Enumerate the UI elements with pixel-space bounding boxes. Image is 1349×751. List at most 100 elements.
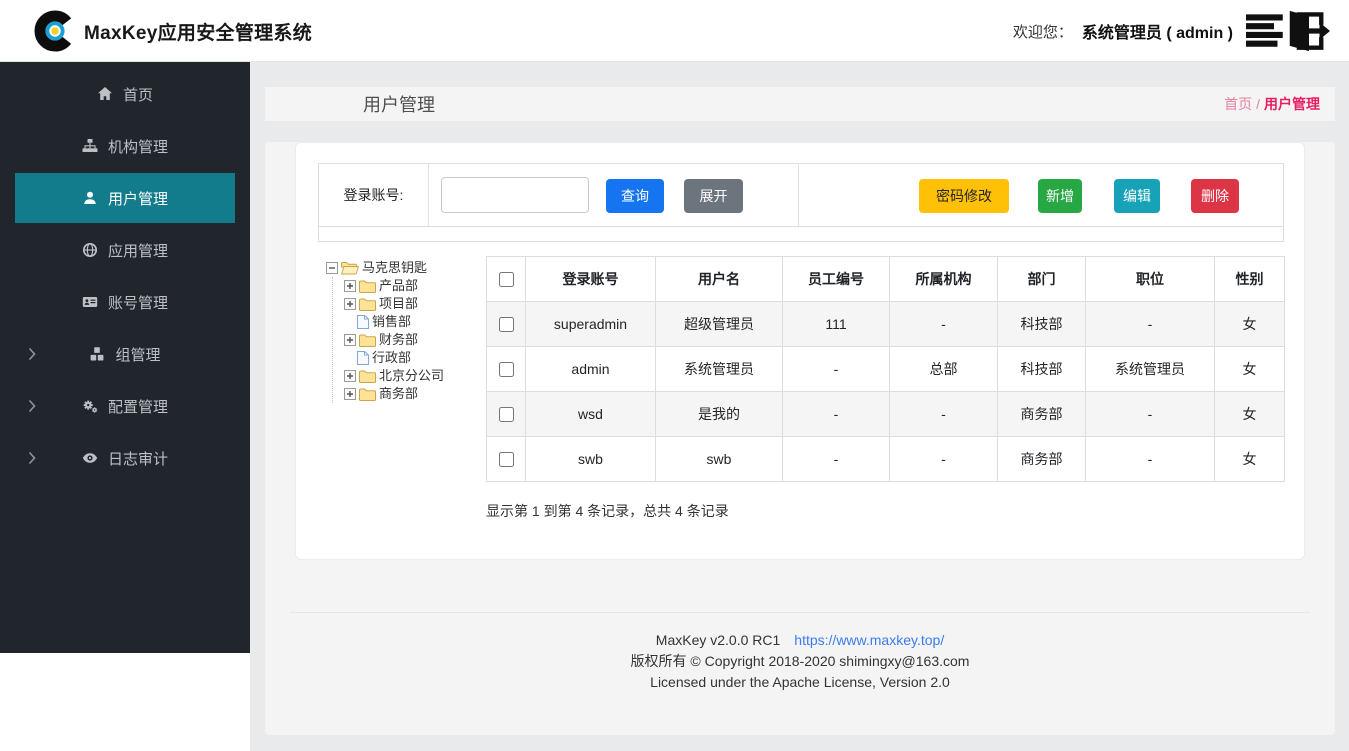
table-row[interactable]: wsd 是我的 - - 商务部 - 女: [487, 392, 1285, 437]
collapse-minus-icon[interactable]: [326, 262, 338, 274]
footer-copyright: 版权所有 © Copyright 2018-2020 shimingxy@163…: [265, 651, 1335, 672]
sidebar-item-label: 组管理: [115, 344, 160, 365]
table-cell: wsd: [526, 392, 656, 437]
home-icon: [97, 86, 113, 102]
tree-node-label[interactable]: 财务部: [379, 331, 418, 349]
column-header: 部门: [998, 257, 1086, 302]
chevron-right-icon: [28, 400, 37, 413]
tree-node[interactable]: 项目部: [344, 295, 481, 313]
expand-plus-icon[interactable]: [344, 334, 356, 346]
delete-button[interactable]: 删除: [1191, 179, 1239, 213]
query-button[interactable]: 查询: [606, 179, 664, 213]
table-cell: 商务部: [998, 392, 1086, 437]
tree-node-label[interactable]: 北京分公司: [379, 367, 444, 385]
table-row[interactable]: admin 系统管理员 - 总部 科技部 系统管理员 女: [487, 347, 1285, 392]
table-cell: -: [1086, 302, 1215, 347]
row-checkbox[interactable]: [499, 407, 514, 422]
sidebar-item-label: 用户管理: [108, 188, 168, 209]
table-row[interactable]: swb swb - - 商务部 - 女: [487, 437, 1285, 482]
password-modify-button[interactable]: 密码修改: [919, 179, 1009, 213]
table-cell: -: [783, 437, 890, 482]
tree-node[interactable]: 产品部: [344, 277, 481, 295]
tree-node[interactable]: 北京分公司: [344, 367, 481, 385]
sidebar-item-label: 首页: [123, 84, 153, 105]
table-cell: swb: [656, 437, 783, 482]
page-footer: MaxKey v2.0.0 RC1https://www.maxkey.top/…: [265, 630, 1335, 693]
folder-icon: [359, 298, 376, 311]
tree-node-label[interactable]: 产品部: [379, 277, 418, 295]
logout-icon[interactable]: [1245, 10, 1331, 52]
row-checkbox[interactable]: [499, 362, 514, 377]
add-button[interactable]: 新增: [1038, 179, 1082, 213]
table-cell: -: [890, 302, 998, 347]
content-card: 登录账号: 查询 展开 密码修改 新增 编辑 删除 马克思钥匙: [295, 142, 1305, 560]
row-select-cell: [487, 302, 526, 347]
row-select-cell: [487, 347, 526, 392]
tree-node-label[interactable]: 行政部: [372, 349, 411, 367]
expand-plus-icon[interactable]: [344, 280, 356, 292]
select-all-cell: [487, 257, 526, 302]
folder-icon: [359, 370, 376, 383]
footer-link[interactable]: https://www.maxkey.top/: [794, 632, 944, 648]
org-tree: 马克思钥匙 产品部 项目部 销售部: [326, 259, 481, 403]
table-cell: 女: [1215, 392, 1285, 437]
sidebar-item-label: 配置管理: [108, 396, 168, 417]
sidebar-item-label: 应用管理: [108, 240, 168, 261]
tree-node[interactable]: 销售部: [357, 313, 481, 331]
tree-node-label[interactable]: 销售部: [372, 313, 411, 331]
row-checkbox[interactable]: [499, 317, 514, 332]
column-header: 用户名: [656, 257, 783, 302]
table-header-row: 登录账号 用户名 员工编号 所属机构 部门 职位 性别: [487, 257, 1285, 302]
tree-node[interactable]: 商务部: [344, 385, 481, 403]
expand-plus-icon[interactable]: [344, 370, 356, 382]
top-navbar: MaxKey应用安全管理系统 欢迎您： 系统管理员 ( admin ): [0, 0, 1349, 62]
table-cell: 超级管理员: [656, 302, 783, 347]
sidebar-item-users[interactable]: 用户管理: [15, 173, 235, 223]
expand-button[interactable]: 展开: [684, 179, 743, 213]
table-cell: admin: [526, 347, 656, 392]
table-cell: -: [783, 347, 890, 392]
breadcrumb-separator: /: [1256, 96, 1260, 112]
sidebar-item-accounts[interactable]: 账号管理: [0, 276, 250, 328]
sidebar-item-apps[interactable]: 应用管理: [0, 224, 250, 276]
table-cell: 科技部: [998, 302, 1086, 347]
login-account-label: 登录账号:: [319, 164, 429, 226]
sidebar-item-org[interactable]: 机构管理: [0, 120, 250, 172]
sidebar-item-groups[interactable]: 组管理: [0, 328, 250, 380]
sidebar-item-home[interactable]: 首页: [0, 68, 250, 120]
sidebar-item-audit[interactable]: 日志审计: [0, 432, 250, 484]
tree-node-label[interactable]: 马克思钥匙: [362, 259, 427, 277]
sidebar-item-label: 机构管理: [108, 136, 168, 157]
id-card-icon: [82, 294, 98, 310]
row-select-cell: [487, 437, 526, 482]
tree-node[interactable]: 财务部: [344, 331, 481, 349]
expand-plus-icon[interactable]: [344, 298, 356, 310]
users-table-wrap: 登录账号 用户名 员工编号 所属机构 部门 职位 性别 superadmin: [486, 256, 1285, 482]
tree-node-label[interactable]: 项目部: [379, 295, 418, 313]
breadcrumb-home-link[interactable]: 首页: [1224, 96, 1252, 112]
login-account-input[interactable]: [441, 177, 589, 213]
tree-node[interactable]: 行政部: [357, 349, 481, 367]
page-header-bar: 用户管理 首页/用户管理: [265, 87, 1335, 121]
table-cell: swb: [526, 437, 656, 482]
table-cell: 女: [1215, 437, 1285, 482]
tree-node-root[interactable]: 马克思钥匙: [326, 259, 481, 277]
table-cell: 系统管理员: [656, 347, 783, 392]
globe-icon: [82, 242, 98, 258]
folder-icon: [359, 388, 376, 401]
table-cell: -: [890, 392, 998, 437]
expand-plus-icon[interactable]: [344, 388, 356, 400]
row-checkbox[interactable]: [499, 452, 514, 467]
row-select-cell: [487, 392, 526, 437]
sidebar-item-config[interactable]: 配置管理: [0, 380, 250, 432]
edit-button[interactable]: 编辑: [1114, 179, 1160, 213]
cubes-icon: [89, 346, 105, 362]
column-header: 员工编号: [783, 257, 890, 302]
select-all-checkbox[interactable]: [499, 272, 514, 287]
navbar-right: 欢迎您： 系统管理员 ( admin ): [1013, 0, 1331, 62]
footer-divider: [290, 612, 1310, 613]
tree-node-label[interactable]: 商务部: [379, 385, 418, 403]
sidebar: 首页 机构管理 用户管理: [0, 62, 250, 653]
table-row[interactable]: superadmin 超级管理员 111 - 科技部 - 女: [487, 302, 1285, 347]
toolbar-divider: [798, 164, 799, 226]
